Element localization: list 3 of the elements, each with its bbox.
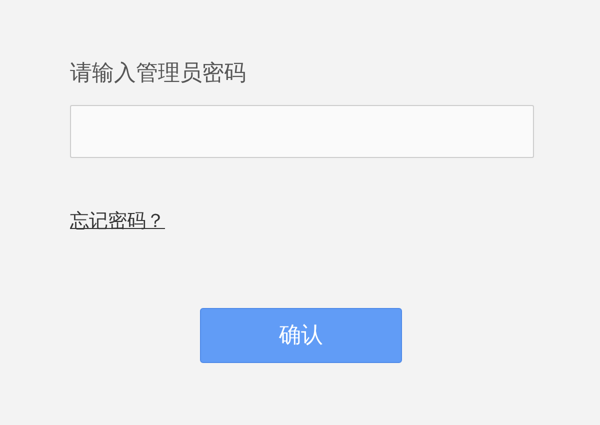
password-field[interactable] xyxy=(70,105,534,158)
field-label: 请输入管理员密码 xyxy=(70,60,246,88)
forgot-password-link[interactable]: 忘记密码？ xyxy=(70,208,165,234)
